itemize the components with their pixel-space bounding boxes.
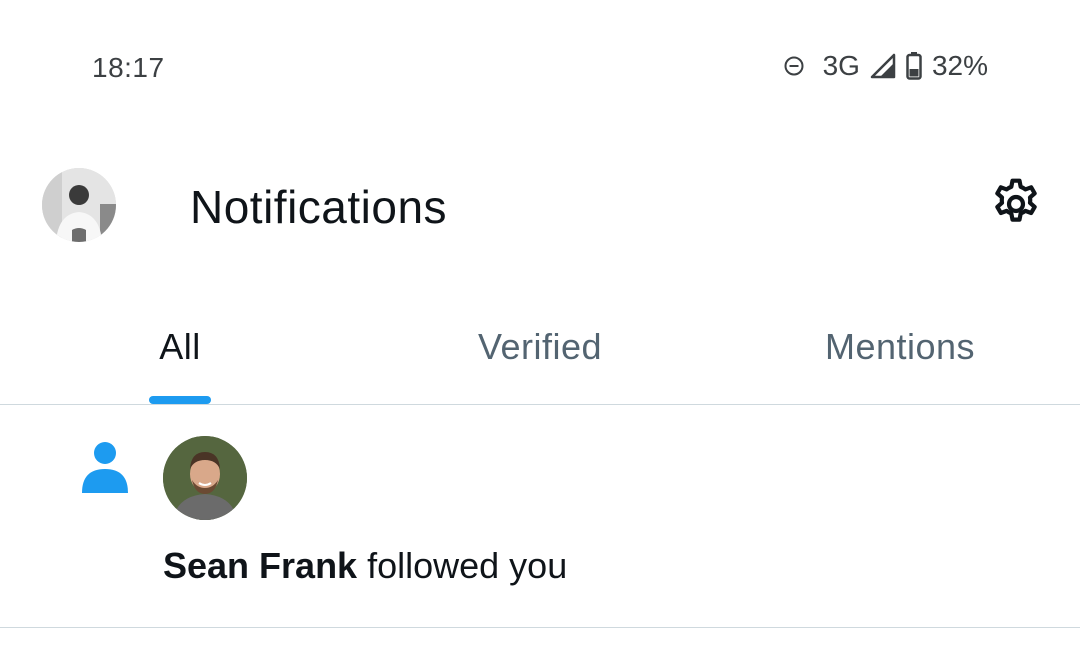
tab-mentions[interactable]: Mentions [720,296,1080,404]
person-icon [80,441,130,495]
tab-verified-label: Verified [477,326,603,367]
status-icons: 3G 32% [783,50,988,82]
battery-icon [906,52,922,80]
notification-text: Sean Frank followed you [163,545,567,587]
tab-verified[interactable]: Verified [360,296,720,404]
tab-all[interactable]: All [0,296,360,404]
header: Notifications [0,136,1080,276]
notification-tabs: All Verified Mentions [0,296,1080,405]
status-bar: 18:17 3G 32% [0,0,1080,136]
status-time: 18:17 [92,52,165,83]
battery-percent: 32% [931,50,988,81]
notification-action: followed you [357,545,568,586]
settings-button[interactable] [986,176,1046,236]
tab-all-label: All [159,326,201,367]
gear-icon [988,176,1044,237]
active-tab-indicator [149,396,211,404]
profile-avatar[interactable] [42,168,116,242]
page-title: Notifications [190,181,448,233]
follower-avatar[interactable] [163,436,247,520]
follower-name[interactable]: Sean Frank [163,545,357,586]
tab-mentions-label: Mentions [824,326,976,367]
notification-item[interactable]: Sean Frank followed you [0,405,1080,628]
signal-icon [870,53,896,79]
do-not-disturb-icon [783,55,805,77]
network-type: 3G [822,50,860,81]
